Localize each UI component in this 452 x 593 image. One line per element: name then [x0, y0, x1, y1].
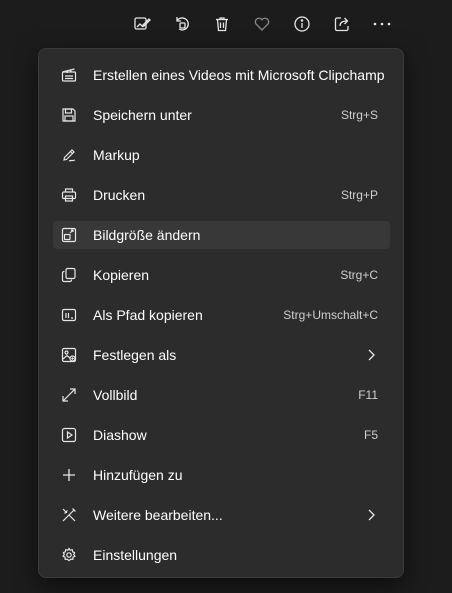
edit-image-icon — [133, 15, 151, 33]
copy-icon — [61, 267, 77, 283]
menu-item-copy[interactable]: Kopieren Strg+C — [53, 261, 390, 289]
menu-item-label: Bildgröße ändern — [93, 227, 201, 243]
rotate-button[interactable] — [166, 8, 198, 40]
slideshow-icon — [61, 427, 77, 443]
menu-item-label: Weitere bearbeiten... — [93, 507, 223, 523]
more-options-icon — [372, 15, 392, 33]
menu-item-label: Vollbild — [93, 387, 138, 403]
info-button[interactable] — [286, 8, 318, 40]
menu-item-label: Drucken — [93, 187, 146, 203]
menu-item-more-edit[interactable]: Weitere bearbeiten... — [53, 501, 390, 529]
clipchamp-icon — [61, 67, 77, 83]
favorite-heart-icon — [253, 15, 271, 33]
markup-pen-icon — [61, 147, 77, 163]
fullscreen-icon — [61, 387, 77, 403]
more-options-button[interactable] — [366, 8, 398, 40]
menu-item-shortcut: Strg+Umschalt+C — [283, 308, 378, 322]
save-icon — [61, 107, 77, 123]
menu-item-shortcut: Strg+P — [340, 188, 378, 202]
delete-icon — [213, 15, 231, 33]
add-icon — [61, 467, 77, 483]
menu-item-print[interactable]: Drucken Strg+P — [53, 181, 390, 209]
resize-image-icon — [61, 227, 77, 243]
menu-item-label: Markup — [93, 147, 140, 163]
more-edit-icon — [61, 507, 77, 523]
set-as-icon — [61, 347, 77, 363]
menu-item-copy-as-path[interactable]: Als Pfad kopieren Strg+Umschalt+C — [53, 301, 390, 329]
menu-item-label: Einstellungen — [93, 547, 178, 563]
menu-item-slideshow[interactable]: Diashow F5 — [53, 421, 390, 449]
image-toolbar — [0, 8, 452, 40]
menu-item-clipchamp[interactable]: Erstellen eines Videos mit Microsoft Cli… — [53, 61, 390, 89]
menu-item-label: Als Pfad kopieren — [93, 307, 203, 323]
favorite-button[interactable] — [246, 8, 278, 40]
menu-item-label: Kopieren — [93, 267, 150, 283]
print-icon — [61, 187, 77, 203]
menu-item-label: Hinzufügen zu — [93, 467, 183, 483]
menu-item-label: Diashow — [93, 427, 147, 443]
copy-path-icon — [61, 307, 77, 323]
edit-image-button[interactable] — [126, 8, 158, 40]
menu-item-label: Erstellen eines Videos mit Microsoft Cli… — [93, 67, 385, 83]
settings-gear-icon — [61, 547, 77, 563]
menu-item-label: Speichern unter — [93, 107, 192, 123]
menu-item-resize-image[interactable]: Bildgröße ändern — [53, 221, 390, 249]
share-button[interactable] — [326, 8, 358, 40]
share-icon — [333, 15, 351, 33]
menu-item-shortcut: F5 — [363, 428, 378, 442]
delete-button[interactable] — [206, 8, 238, 40]
menu-item-settings[interactable]: Einstellungen — [53, 541, 390, 569]
menu-item-set-as[interactable]: Festlegen als — [53, 341, 390, 369]
menu-item-shortcut: F11 — [358, 388, 378, 402]
chevron-right-icon — [364, 508, 378, 522]
menu-item-shortcut: Strg+S — [340, 108, 378, 122]
info-icon — [293, 15, 311, 33]
more-options-menu: Erstellen eines Videos mit Microsoft Cli… — [38, 48, 404, 578]
menu-item-shortcut: Strg+C — [340, 268, 378, 282]
menu-item-markup[interactable]: Markup — [53, 141, 390, 169]
menu-item-fullscreen[interactable]: Vollbild F11 — [53, 381, 390, 409]
menu-item-add-to[interactable]: Hinzufügen zu — [53, 461, 390, 489]
rotate-icon — [173, 15, 191, 33]
menu-item-save-as[interactable]: Speichern unter Strg+S — [53, 101, 390, 129]
chevron-right-icon — [364, 348, 378, 362]
menu-item-label: Festlegen als — [93, 347, 177, 363]
